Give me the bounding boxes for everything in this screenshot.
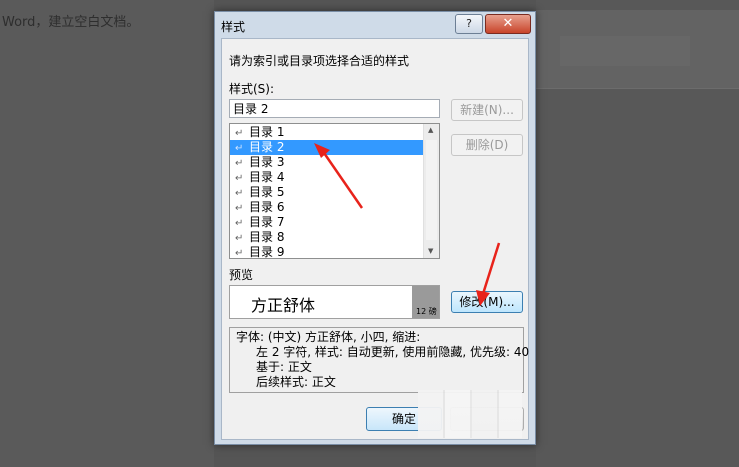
style-dialog: 样式 ? ✕ 请为索引或目录项选择合适的样式 样式(S): 目录 2 ↵ 目录 1…: [214, 11, 536, 445]
style-list-item[interactable]: ↵ 目录 8: [230, 230, 423, 245]
paragraph-style-icon: ↵: [235, 203, 244, 214]
watermark-blur: [418, 390, 522, 438]
style-list-item[interactable]: ↵ 目录 3: [230, 155, 423, 170]
style-description: 字体: (中文) 方正舒体, 小四, 缩进: 左 2 字符, 样式: 自动更新,…: [229, 327, 530, 393]
style-list-item[interactable]: ↵ 目录 2: [230, 140, 423, 155]
document-text: Word，建立空白文档。: [2, 15, 140, 30]
style-item-label: 目录 4: [249, 170, 285, 184]
style-item-label: 目录 3: [249, 155, 285, 169]
style-item-label: 目录 5: [249, 185, 285, 199]
paragraph-style-icon: ↵: [235, 158, 244, 169]
description-line: 字体: (中文) 方正舒体, 小四, 缩进:: [236, 330, 421, 344]
paragraph-style-icon: ↵: [235, 188, 244, 199]
description-line: 左 2 字符, 样式: 自动更新, 使用前隐藏, 优先级: 40: [256, 345, 530, 359]
preview-size-badge: 12 磅: [412, 286, 439, 318]
word-document-area: Word，建立空白文档。: [0, 0, 214, 467]
style-list-item[interactable]: ↵ 目录 4: [230, 170, 423, 185]
style-item-label: 目录 2: [249, 140, 285, 154]
style-item-label: 目录 7: [249, 215, 285, 229]
help-button[interactable]: ?: [455, 14, 483, 34]
close-button[interactable]: ✕: [485, 14, 531, 34]
scroll-up-icon[interactable]: ▲: [428, 126, 433, 134]
style-name-input[interactable]: 目录 2: [229, 99, 440, 118]
paragraph-style-icon: ↵: [235, 218, 244, 229]
delete-button[interactable]: 删除(D): [451, 134, 523, 156]
dialog-titlebar[interactable]: 样式 ? ✕: [215, 12, 535, 38]
style-list-item[interactable]: ↵ 目录 6: [230, 200, 423, 215]
scroll-thumb[interactable]: [426, 140, 437, 240]
preview-label: 预览: [229, 268, 254, 282]
dialog-title: 样式: [221, 20, 246, 34]
preview-size-text: 12 磅: [416, 307, 437, 316]
style-list-item[interactable]: ↵ 目录 1: [230, 125, 423, 140]
style-list-item[interactable]: ↵ 目录 5: [230, 185, 423, 200]
styles-list[interactable]: ↵ 目录 1 ↵ 目录 2 ↵ 目录 3 ↵ 目录 4 ↵ 目录 5 ↵ 目录 6 ↵ 目录 7 ↵ 目录 8…: [229, 123, 440, 259]
style-item-label: 目录 9: [249, 245, 285, 259]
modify-button[interactable]: 修改(M)...: [451, 291, 523, 313]
style-item-label: 目录 6: [249, 200, 285, 214]
scroll-down-icon[interactable]: ▼: [428, 247, 433, 255]
style-list-item[interactable]: ↵ 目录 7: [230, 215, 423, 230]
dialog-content: 请为索引或目录项选择合适的样式 样式(S): 目录 2 ↵ 目录 1 ↵ 目录 2 ↵ 目…: [221, 38, 529, 440]
new-button[interactable]: 新建(N)...: [451, 99, 523, 121]
preview-box: 方正舒体 12 磅: [229, 285, 440, 319]
style-list-item[interactable]: ↵ 目录 9: [230, 245, 423, 259]
paragraph-style-icon: ↵: [235, 248, 244, 259]
preview-font-text: 方正舒体: [251, 296, 316, 315]
styles-label: 样式(S):: [229, 82, 275, 96]
instruction-text: 请为索引或目录项选择合适的样式: [229, 54, 410, 68]
paragraph-style-icon: ↵: [235, 128, 244, 139]
style-item-label: 目录 8: [249, 230, 285, 244]
description-line: 基于: 正文: [256, 360, 312, 374]
paragraph-style-icon: ↵: [235, 173, 244, 184]
ribbon-controls: [560, 36, 690, 66]
description-line: 后续样式: 正文: [256, 375, 336, 389]
paragraph-style-icon: ↵: [235, 233, 244, 244]
styles-list-scrollbar[interactable]: ▲ ▼: [423, 124, 439, 258]
style-item-label: 目录 1: [249, 125, 285, 139]
paragraph-style-icon: ↵: [235, 143, 244, 154]
